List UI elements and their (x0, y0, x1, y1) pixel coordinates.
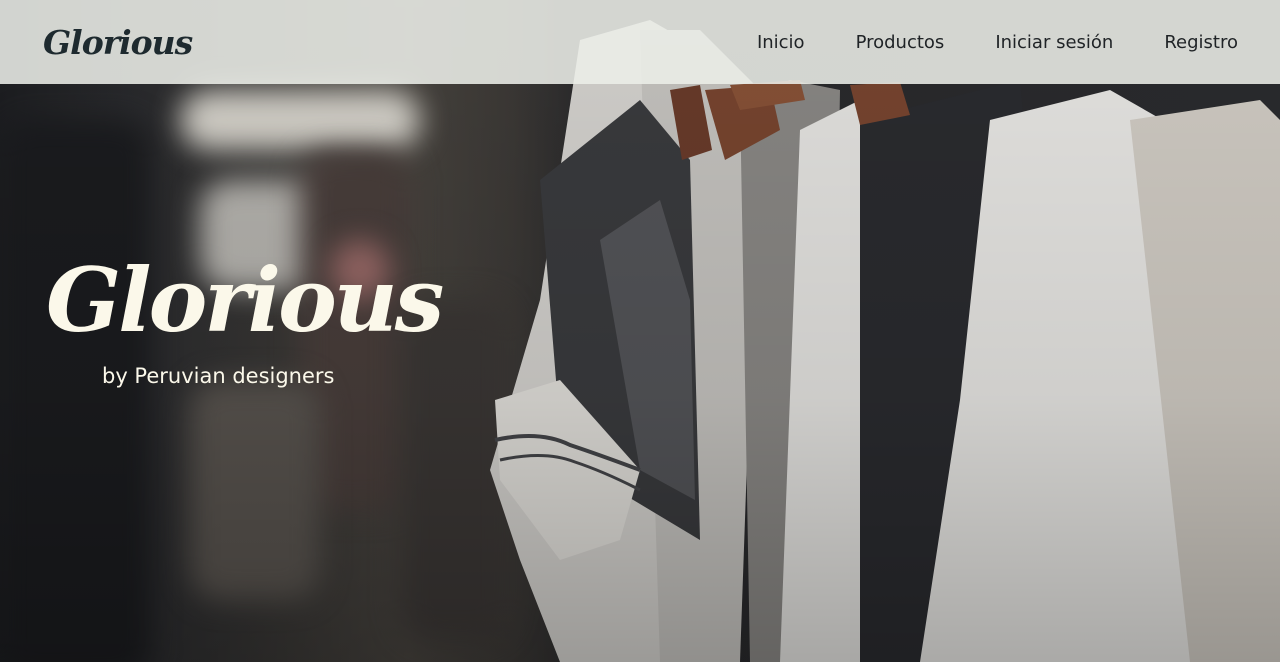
navbar: Glorious Inicio Productos Iniciar sesión… (0, 0, 1280, 84)
nav-link-registro[interactable]: Registro (1164, 32, 1238, 53)
hero-subtitle: by Peruvian designers (102, 364, 335, 388)
brand-logo[interactable]: Glorious (43, 23, 193, 62)
nav-link-inicio[interactable]: Inicio (757, 32, 805, 53)
nav-links: Inicio Productos Iniciar sesión Registro (706, 32, 1238, 53)
hero-title: Glorious (46, 248, 444, 352)
nav-link-productos[interactable]: Productos (856, 32, 945, 53)
nav-link-iniciar-sesion[interactable]: Iniciar sesión (995, 32, 1113, 53)
